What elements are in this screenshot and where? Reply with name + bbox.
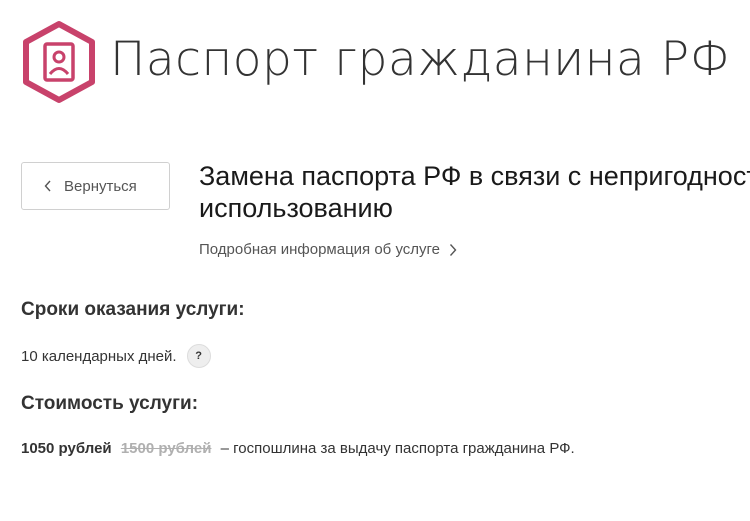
- passport-icon: [23, 21, 95, 103]
- service-title-line-2: использованию: [199, 193, 393, 223]
- page-title: Паспорт гражданина РФ: [110, 32, 731, 87]
- new-price: 1050 рублей: [21, 440, 112, 457]
- cost-value: 1050 рублей 1500 рублей – госпошлина за …: [21, 440, 575, 457]
- terms-value: 10 календарных дней. ?: [21, 344, 211, 368]
- old-price: 1500 рублей: [120, 440, 212, 457]
- back-button-label: Вернуться: [64, 177, 137, 195]
- cost-heading: Стоимость услуги:: [21, 393, 199, 414]
- chevron-left-icon: [44, 180, 51, 192]
- service-info-link-label: Подробная информация об услуге: [199, 241, 441, 258]
- page: Паспорт гражданина РФ Вернуться Замена п…: [0, 0, 750, 521]
- service-info-link[interactable]: Подробная информация об услуге: [199, 241, 457, 258]
- service-title: Замена паспорта РФ в связи с непригоднос…: [199, 160, 750, 224]
- question-icon[interactable]: ?: [186, 344, 211, 368]
- back-button[interactable]: Вернуться: [21, 162, 170, 210]
- terms-heading: Сроки оказания услуги:: [21, 299, 245, 320]
- cost-description: – госпошлина за выдачу паспорта граждани…: [220, 440, 575, 457]
- service-title-line-1: Замена паспорта РФ в связи с непригоднос…: [199, 161, 750, 191]
- chevron-right-icon: [449, 243, 457, 256]
- terms-text: 10 календарных дней.: [21, 347, 177, 365]
